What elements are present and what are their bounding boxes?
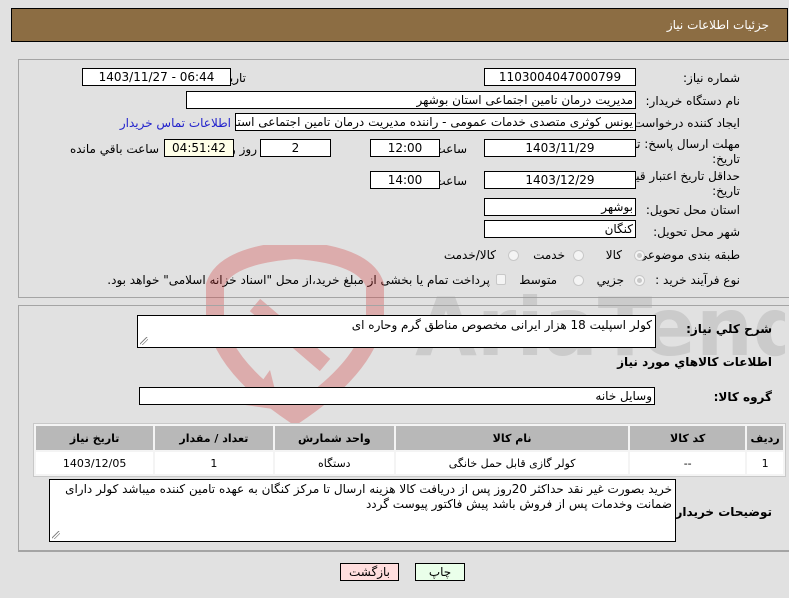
requester-label: ایجاد کننده درخواست: bbox=[629, 116, 740, 130]
col-qty: تعداد / مقدار bbox=[155, 426, 273, 450]
purchase-radio-minor[interactable] bbox=[634, 275, 645, 286]
goods-info-title: اطلاعات کالاهاي مورد نیاز bbox=[617, 355, 772, 369]
category-label: طبقه بندی موضوعی: bbox=[633, 248, 740, 262]
delivery-province-label: استان محل تحویل: bbox=[645, 203, 740, 217]
response-deadline-label-2: تاریخ: bbox=[712, 152, 740, 166]
col-date: تاریخ نیاز bbox=[36, 426, 154, 450]
print-button[interactable]: چاپ bbox=[415, 563, 465, 581]
buyer-notes-field[interactable]: خرید بصورت غیر نقد حداکثر 20روز پس از در… bbox=[49, 479, 676, 542]
need-number-field: 1103004047000799 bbox=[484, 68, 636, 86]
buyer-notes-label: توضیحات خریدار: bbox=[670, 505, 772, 519]
requester-field: یونس کوثری متصدی خدمات عمومی - راننده مد… bbox=[235, 113, 636, 131]
price-validity-label-2: تاریخ: bbox=[712, 184, 740, 198]
price-validity-time: 14:00 bbox=[370, 171, 440, 189]
remaining-time: 04:51:42 bbox=[164, 139, 234, 157]
response-deadline-date: 1403/11/29 bbox=[484, 139, 636, 157]
remaining-days: 2 bbox=[260, 139, 331, 157]
resize-grip-icon[interactable] bbox=[52, 531, 60, 539]
response-deadline-label: مهلت ارسال پاسخ: تا bbox=[633, 137, 740, 151]
purchase-option-medium: متوسط bbox=[519, 273, 557, 287]
price-validity-date: 1403/12/29 bbox=[484, 171, 636, 189]
delivery-province-field: بوشهر bbox=[484, 198, 636, 216]
table-row: 1 -- کولر گازی قابل حمل خانگی دستگاه 1 1… bbox=[36, 452, 783, 474]
category-radio-goods-service[interactable] bbox=[508, 250, 519, 261]
page-title: جزئیات اطلاعات نیاز bbox=[666, 18, 769, 32]
general-desc-field[interactable]: کولر اسپلیت 18 هزار ایرانی مخصوص مناطق گ… bbox=[137, 315, 656, 348]
buyer-org-field: مدیریت درمان تامین اجتماعی استان بوشهر bbox=[186, 91, 636, 109]
col-unit: واحد شمارش bbox=[274, 426, 395, 450]
delivery-city-field: کنگان bbox=[484, 220, 636, 238]
goods-table-header: ردیف کد کالا نام کالا واحد شمارش تعداد /… bbox=[36, 426, 783, 450]
category-option-goods-service: کالا/خدمت bbox=[443, 248, 496, 262]
buyer-notes-text: خرید بصورت غیر نقد حداکثر 20روز پس از در… bbox=[65, 482, 672, 511]
general-desc-label: شرح کلي نیاز: bbox=[686, 322, 772, 336]
back-button[interactable]: بازگشت bbox=[340, 563, 399, 581]
cell-name: کولر گازی قابل حمل خانگی bbox=[396, 452, 629, 474]
category-radio-goods[interactable] bbox=[634, 250, 645, 261]
days-label: روز و bbox=[230, 142, 257, 156]
col-row: ردیف bbox=[747, 426, 783, 450]
footer-divider bbox=[18, 551, 789, 552]
cell-date: 1403/12/05 bbox=[36, 452, 154, 474]
treasury-checkbox-label: پرداخت تمام یا بخشی از مبلغ خرید،از محل … bbox=[107, 273, 490, 287]
purchase-type-label: نوع فرآیند خرید : bbox=[655, 273, 740, 287]
remaining-time-label: ساعت باقي مانده bbox=[69, 142, 159, 156]
col-name: نام کالا bbox=[396, 426, 629, 450]
cell-code: -- bbox=[630, 452, 746, 474]
purchase-radio-medium[interactable] bbox=[573, 275, 584, 286]
page-header: جزئیات اطلاعات نیاز bbox=[11, 8, 788, 42]
resize-grip-icon[interactable] bbox=[140, 337, 148, 345]
category-option-service: خدمت bbox=[533, 248, 565, 262]
goods-group-label: گروه کالا: bbox=[713, 390, 772, 404]
treasury-checkbox[interactable] bbox=[496, 274, 506, 285]
cell-qty: 1 bbox=[155, 452, 273, 474]
cell-row: 1 bbox=[747, 452, 783, 474]
goods-group-field: وسایل خانه bbox=[139, 387, 655, 405]
goods-table: ردیف کد کالا نام کالا واحد شمارش تعداد /… bbox=[33, 423, 786, 477]
general-desc-text: کولر اسپلیت 18 هزار ایرانی مخصوص مناطق گ… bbox=[351, 318, 652, 332]
announce-datetime-field: 1403/11/27 - 06:44 bbox=[82, 68, 231, 86]
cell-unit: دستگاه bbox=[274, 452, 395, 474]
response-deadline-time: 12:00 bbox=[370, 139, 440, 157]
need-number-label: شماره نیاز: bbox=[683, 71, 740, 85]
col-code: کد کالا bbox=[630, 426, 746, 450]
category-option-goods: کالا bbox=[605, 248, 622, 262]
category-radio-service[interactable] bbox=[573, 250, 584, 261]
buyer-org-label: نام دستگاه خریدار: bbox=[645, 94, 741, 108]
buyer-contact-link[interactable]: اطلاعات تماس خریدار bbox=[120, 116, 231, 130]
purchase-option-minor: جزیي bbox=[596, 273, 624, 287]
delivery-city-label: شهر محل تحویل: bbox=[653, 225, 740, 239]
